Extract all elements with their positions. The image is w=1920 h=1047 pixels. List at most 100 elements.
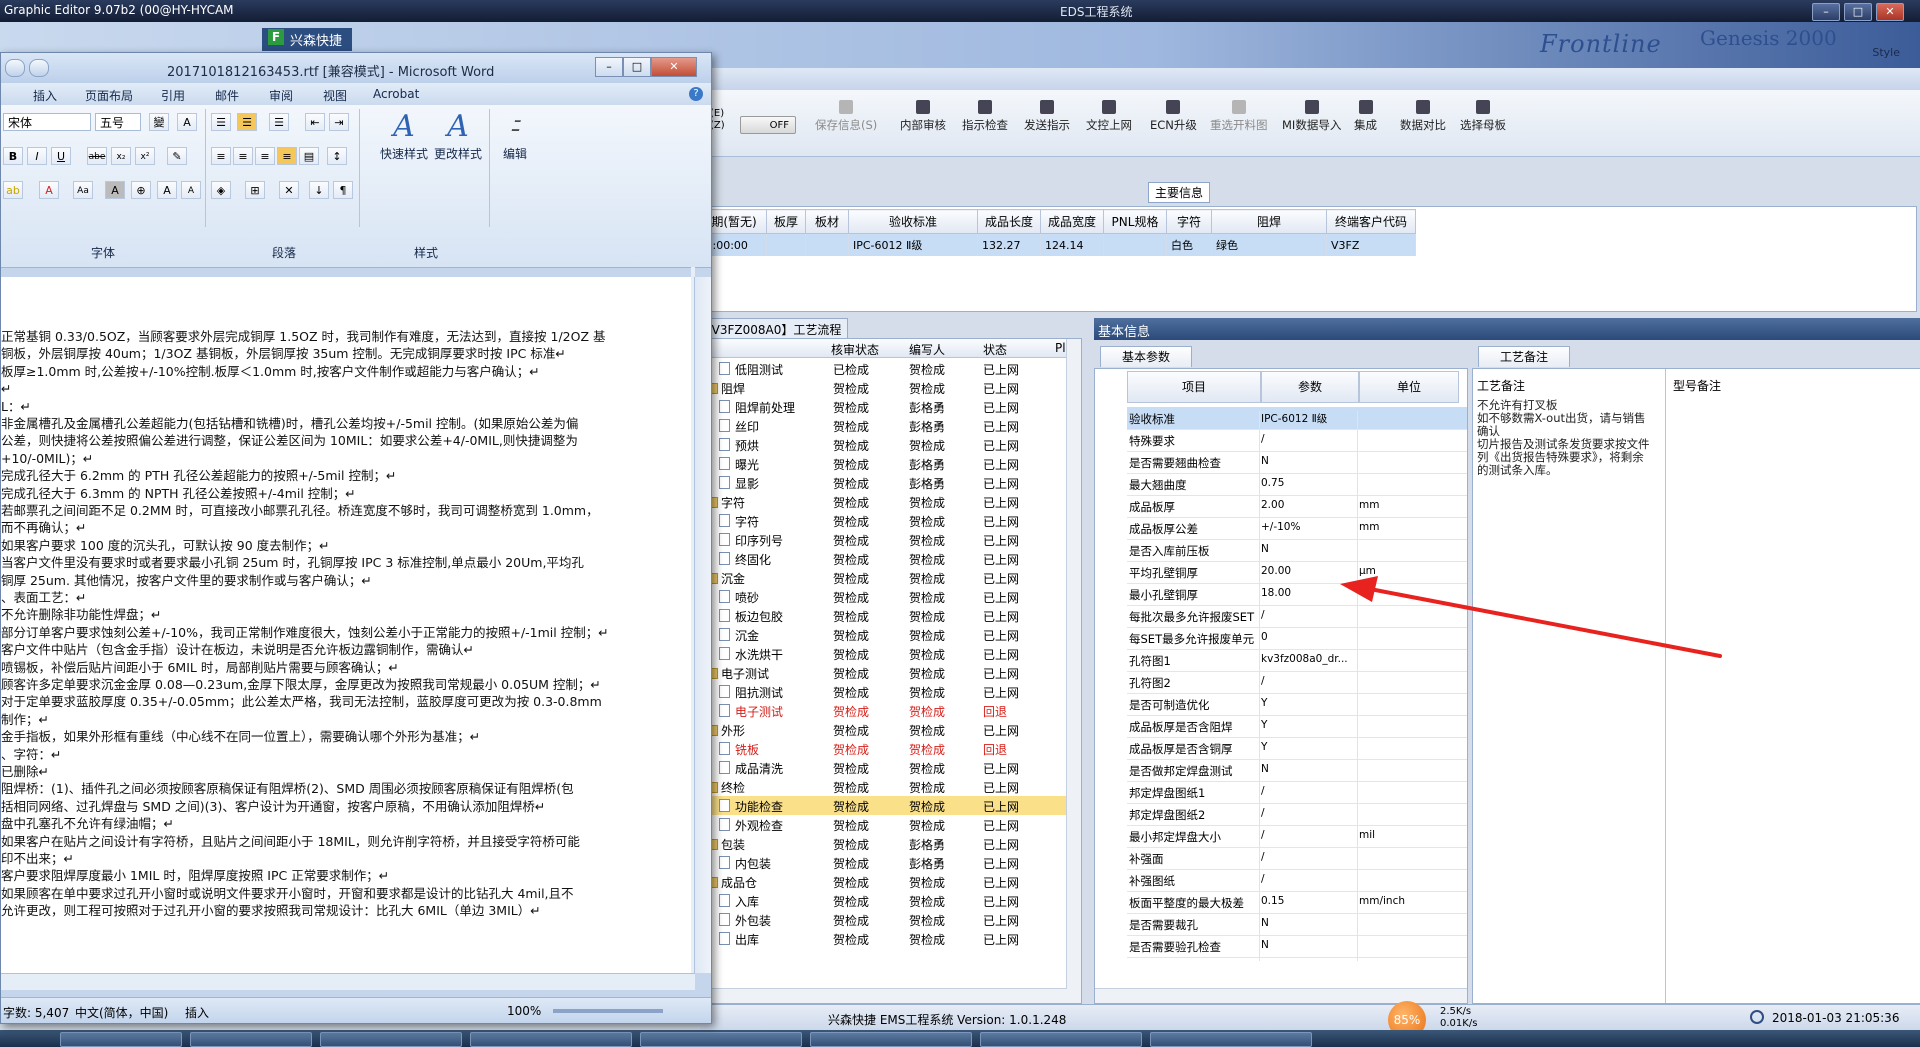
maximize-button[interactable]: □ xyxy=(1844,3,1872,21)
param-row[interactable]: 是否入库前压板 N xyxy=(1127,539,1467,565)
col-unit[interactable]: 单位 xyxy=(1359,371,1459,403)
param-value[interactable]: kv3fz008a0_dr... xyxy=(1261,653,1348,665)
off-toggle[interactable]: OFF xyxy=(740,116,796,134)
param-value[interactable]: Y xyxy=(1261,697,1267,709)
param-value[interactable]: / xyxy=(1261,675,1265,687)
param-value[interactable]: N xyxy=(1261,917,1269,929)
param-row[interactable]: 补强面 / xyxy=(1127,847,1467,873)
grow-font-icon[interactable]: A xyxy=(157,181,177,199)
char-shading-icon[interactable]: A xyxy=(105,181,125,199)
param-value[interactable]: 2.00 xyxy=(1261,499,1284,511)
change-case-icon[interactable]: Aa xyxy=(73,181,93,199)
flow-row[interactable]: 铣板 贺检成 贺检成 回退 xyxy=(701,739,1067,758)
tab-craft-notes[interactable]: 工艺备注 xyxy=(1478,346,1570,367)
superscript-icon[interactable]: x² xyxy=(135,147,155,165)
toolbar-button-6[interactable]: 重选开料图 xyxy=(1210,100,1268,133)
taskbar-item[interactable] xyxy=(810,1032,972,1047)
style-menu[interactable]: Style xyxy=(1872,46,1900,59)
param-unit[interactable]: mm xyxy=(1359,499,1379,511)
col-review-status[interactable]: 核审状态 xyxy=(831,341,879,358)
param-value[interactable]: 0.75 xyxy=(1261,477,1284,489)
taskbar-item[interactable] xyxy=(320,1032,462,1047)
decrease-indent-icon[interactable]: ⇤ xyxy=(305,113,325,131)
toolbar-button-0[interactable]: 保存信息(S) xyxy=(815,100,877,133)
flow-row[interactable]: 包装 贺检成 彭格勇 已上网 xyxy=(701,834,1067,853)
craft-notes-text[interactable]: 不允许有打叉板 如不够数需X-out出货，请与销售确认 切片报告及测试条发货要求… xyxy=(1477,399,1655,477)
param-row[interactable]: 最大翘曲度 0.75 xyxy=(1127,473,1467,499)
language-indicator[interactable]: 中文(简体，中国) xyxy=(75,1004,168,1021)
param-value[interactable]: 0 xyxy=(1261,631,1268,643)
font-color-icon[interactable]: A xyxy=(39,181,59,199)
tab-basic-params[interactable]: 基本参数 xyxy=(1100,346,1192,367)
main-col-header[interactable]: 字符 xyxy=(1166,209,1212,234)
col-writer[interactable]: 编写人 xyxy=(909,341,945,358)
flow-row[interactable]: 水洗烘干 贺检成 贺检成 已上网 xyxy=(701,644,1067,663)
param-value[interactable]: Y xyxy=(1261,741,1267,753)
param-row[interactable]: 是否可制造优化 Y xyxy=(1127,693,1467,719)
param-row[interactable]: 是否需要验孔检查 N xyxy=(1127,935,1467,961)
param-value[interactable]: 20.00 xyxy=(1261,565,1291,577)
chinese-layout-icon[interactable]: ✕ xyxy=(279,181,299,199)
col-status[interactable]: 状态 xyxy=(983,341,1007,358)
param-value[interactable]: Y xyxy=(1261,719,1267,731)
param-value[interactable]: N xyxy=(1261,455,1269,467)
flow-row[interactable]: 成品仓 贺检成 贺检成 已上网 xyxy=(701,872,1067,891)
main-col-header[interactable]: PNL规格 xyxy=(1103,209,1167,234)
flow-row[interactable]: 终检 贺检成 贺检成 已上网 xyxy=(701,777,1067,796)
justify-icon[interactable]: ≡ xyxy=(277,147,297,165)
flow-row[interactable]: 入库 贺检成 贺检成 已上网 xyxy=(701,891,1067,910)
flow-row[interactable]: 成品清洗 贺检成 贺检成 已上网 xyxy=(701,758,1067,777)
main-col-header[interactable]: 成品长度 xyxy=(977,209,1041,234)
flow-row[interactable]: 外包装 贺检成 贺检成 已上网 xyxy=(701,910,1067,929)
word-minimize-button[interactable]: – xyxy=(595,57,623,77)
quick-styles-button[interactable]: A 快速样式 xyxy=(379,109,429,162)
underline-icon[interactable]: U xyxy=(51,147,71,165)
tab-review[interactable]: 审阅 xyxy=(269,87,293,104)
flow-row[interactable]: 外观检查 贺检成 贺检成 已上网 xyxy=(701,815,1067,834)
param-unit[interactable]: mm/inch xyxy=(1359,895,1405,907)
flow-row[interactable]: 印序列号 贺检成 贺检成 已上网 xyxy=(701,530,1067,549)
bold-icon[interactable]: B xyxy=(3,147,23,165)
param-row[interactable]: 成品板厚是否含铜厚 Y xyxy=(1127,737,1467,763)
flow-row[interactable]: 预烘 贺检成 贺检成 已上网 xyxy=(701,435,1067,454)
main-col-header[interactable]: 板材 xyxy=(805,209,849,234)
taskbar-item[interactable] xyxy=(980,1032,1142,1047)
toolbar-button-3[interactable]: 发送指示 xyxy=(1024,100,1070,133)
main-col-header[interactable]: 阻焊 xyxy=(1211,209,1327,234)
param-row[interactable]: 是否做邦定焊盘测试 N xyxy=(1127,759,1467,785)
param-value[interactable]: / xyxy=(1261,873,1265,885)
flow-row[interactable]: 外形 贺检成 贺检成 已上网 xyxy=(701,720,1067,739)
col-pl[interactable]: Pl xyxy=(1055,341,1066,355)
tab-references[interactable]: 引用 xyxy=(161,87,185,104)
flow-row[interactable]: 内包装 贺检成 彭格勇 已上网 xyxy=(701,853,1067,872)
sort-icon[interactable]: ↓ xyxy=(309,181,329,199)
taskbar-item[interactable] xyxy=(1150,1032,1312,1047)
flow-horizontal-scrollbar[interactable] xyxy=(701,988,1067,1003)
help-icon[interactable]: ? xyxy=(689,87,703,101)
flow-row[interactable]: 阻焊前处理 贺检成 彭格勇 已上网 xyxy=(701,397,1067,416)
param-row[interactable]: 邦定焊盘图纸1 / xyxy=(1127,781,1467,807)
pinyin-icon[interactable]: 變 xyxy=(149,113,169,131)
param-row[interactable]: 成品板厚公差 +/-10% mm xyxy=(1127,517,1467,543)
change-styles-button[interactable]: A 更改样式 xyxy=(433,109,483,162)
enclose-char-icon[interactable]: ⊕ xyxy=(131,181,151,199)
font-name-combo[interactable]: 宋体 xyxy=(3,113,91,131)
tab-view[interactable]: 视图 xyxy=(323,87,347,104)
undo-button[interactable] xyxy=(29,59,49,77)
line-spacing-icon[interactable]: ↕ xyxy=(327,147,347,165)
taskbar-item[interactable] xyxy=(60,1032,182,1047)
param-row[interactable]: 成品板厚 2.00 mm xyxy=(1127,495,1467,521)
param-row[interactable]: 是否需要裁孔 N xyxy=(1127,913,1467,939)
subscript-icon[interactable]: x₂ xyxy=(111,147,131,165)
param-row[interactable]: 是否需要翘曲检查 N xyxy=(1127,451,1467,477)
param-value[interactable]: / xyxy=(1261,785,1265,797)
document-page[interactable]: 正常基铜 0.33/0.5OZ，当顾客要求外层完成铜厚 1.5OZ 时，我司制作… xyxy=(1,277,691,973)
flow-row[interactable]: 低阻测试 已检成 贺检成 已上网 xyxy=(701,359,1067,378)
word-count[interactable]: 字数: 5,407 xyxy=(3,1004,69,1021)
param-value[interactable]: IPC-6012 Ⅱ级 xyxy=(1261,411,1327,426)
toolbar-button-7[interactable]: MI数据导入 xyxy=(1282,100,1341,133)
param-value[interactable]: 18.00 xyxy=(1261,587,1291,599)
param-row[interactable]: 特殊要求 / xyxy=(1127,429,1467,455)
align-center-icon[interactable]: ≡ xyxy=(233,147,253,165)
main-col-header[interactable]: 验收标准 xyxy=(848,209,978,234)
